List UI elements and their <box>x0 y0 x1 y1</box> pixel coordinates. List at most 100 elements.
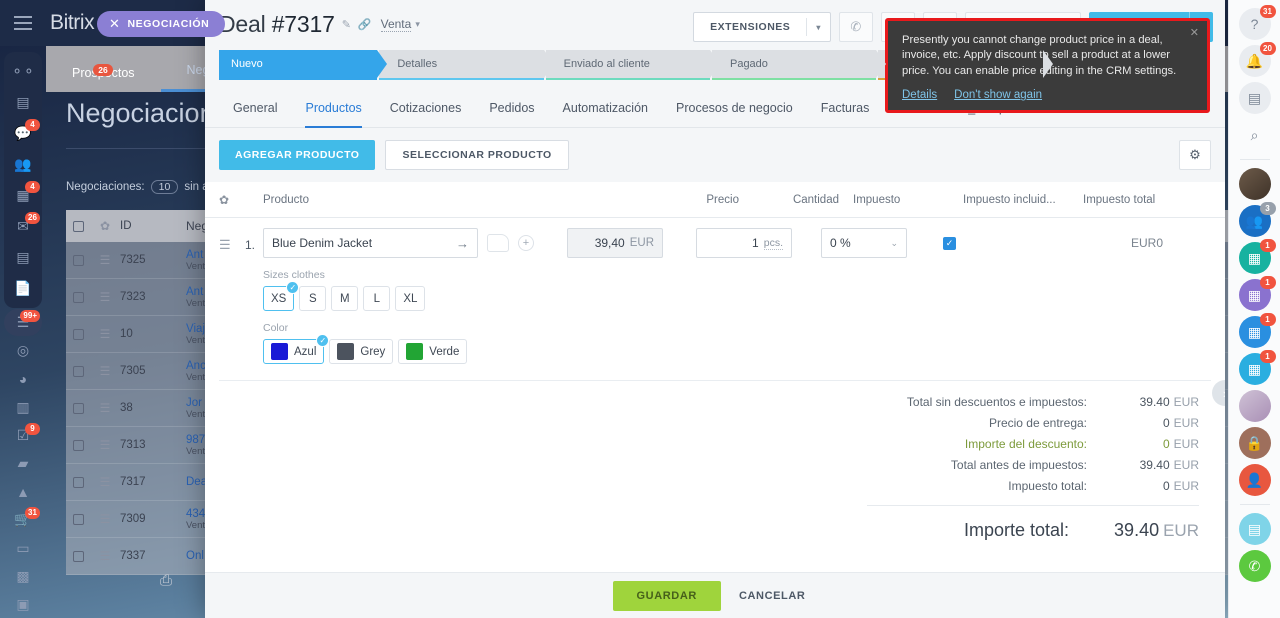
variant-option-azul[interactable]: Azul ✓ <box>263 334 330 364</box>
stage-enviado-al-cliente[interactable]: Enviado al cliente <box>545 50 721 80</box>
tab-prospectos[interactable]: 26 Prospectos <box>46 64 161 92</box>
plus-icon[interactable]: + <box>518 235 534 251</box>
calendar-icon[interactable]: ▦ 1 <box>1238 239 1276 274</box>
pencil-icon[interactable]: ✎ <box>342 18 351 31</box>
sidebar-item-tasks[interactable]: ☑ 9 <box>4 422 42 449</box>
lock-icon[interactable]: 🔒 <box>1238 427 1271 459</box>
row-checkbox[interactable] <box>66 328 90 340</box>
sidebar-item-market[interactable]: ▲ <box>4 478 42 505</box>
tooltip-dismiss-link[interactable]: Don't show again <box>954 88 1042 104</box>
stage-detalles[interactable]: Detalles <box>379 50 555 80</box>
drag-handle-icon[interactable]: ☰ <box>90 513 120 525</box>
tax-included-checkbox[interactable]: ✓ <box>943 236 956 250</box>
select-product-button[interactable]: SELECCIONAR PRODUCTO <box>385 140 569 170</box>
tab-procesos-de-negocio[interactable]: Procesos de negocio <box>662 88 807 128</box>
sidebar-item-crm[interactable]: ☰ 99+ <box>4 309 42 337</box>
sidebar-item-cart[interactable]: 🛒 31 <box>4 506 42 533</box>
tab-general[interactable]: General <box>219 88 291 128</box>
row-checkbox[interactable] <box>66 439 90 451</box>
sidebar-item-folder[interactable]: ▭ <box>4 535 42 562</box>
chevron-down-icon[interactable]: ▾ <box>415 19 420 30</box>
save-button[interactable]: GUARDAR <box>612 580 721 611</box>
sidebar-item-feed[interactable]: ▤ <box>4 87 42 118</box>
search-icon[interactable]: ⌕ <box>1239 119 1271 151</box>
row-checkbox[interactable] <box>66 513 90 525</box>
chat-bubble-icon[interactable]: ▤ <box>1238 82 1271 114</box>
drag-handle-icon[interactable]: ☰ <box>90 550 120 562</box>
variant-option-xl[interactable]: XL <box>395 286 426 311</box>
help-icon[interactable]: ? 31 <box>1238 5 1276 40</box>
calendar-icon[interactable]: ▦ 1 <box>1238 350 1276 385</box>
variant-option-s[interactable]: S <box>299 286 327 311</box>
row-checkbox[interactable] <box>66 550 90 562</box>
quantity-input[interactable]: 1 pcs. <box>696 228 792 258</box>
close-icon[interactable]: ✕ <box>109 16 121 32</box>
group-chat-icon[interactable]: 👥 3 <box>1238 202 1276 237</box>
link-icon[interactable]: 🔗 <box>358 18 372 31</box>
select-all-checkbox[interactable] <box>66 220 90 232</box>
calendar-icon[interactable]: ▦ 1 <box>1238 276 1276 311</box>
variant-option-verde[interactable]: Verde <box>398 339 468 364</box>
tooltip-details-link[interactable]: Details <box>902 88 937 104</box>
sidebar-item-calendar[interactable]: ▦ 4 <box>4 180 42 211</box>
negociacion-chip[interactable]: ✕ NEGOCIACIÓN <box>97 11 226 37</box>
row-checkbox[interactable] <box>66 476 90 488</box>
stage-nuevo[interactable]: Nuevo <box>219 50 388 80</box>
drag-handle-icon[interactable]: ☰ <box>90 291 120 303</box>
sidebar-item-target[interactable]: ◎ <box>4 337 42 364</box>
arrow-right-icon[interactable]: → <box>456 236 469 251</box>
cancel-button[interactable]: CANCELAR <box>727 581 818 611</box>
sidebar-item-group[interactable]: 👥 <box>4 149 42 180</box>
variant-option-grey[interactable]: Grey <box>329 339 394 364</box>
call-button[interactable]: ✆ <box>838 12 873 42</box>
user-icon[interactable]: 👤 <box>1238 464 1271 496</box>
price-field[interactable]: 39,40 EUR <box>567 228 663 258</box>
avatar[interactable] <box>1238 390 1271 422</box>
drag-handle-icon[interactable]: ☰ <box>219 228 245 251</box>
sidebar-item-clock[interactable]: ◕ <box>4 365 42 392</box>
sidebar-item-video[interactable]: ▣ <box>4 591 42 618</box>
deal-category[interactable]: Venta <box>380 17 412 32</box>
drag-handle-icon[interactable]: ☰ <box>90 476 120 488</box>
sidebar-item-automation[interactable]: ▰ <box>4 450 42 477</box>
sidebar-item-chat[interactable]: 💬 4 <box>4 118 42 149</box>
sidebar-item-analytics[interactable]: ▥ <box>4 394 42 421</box>
gear-icon[interactable]: ✿ <box>90 220 120 232</box>
row-checkbox[interactable] <box>66 254 90 266</box>
close-icon[interactable]: ✕ <box>1190 26 1199 41</box>
chevron-down-icon[interactable]: ▾ <box>807 23 830 32</box>
tab-automatizaci-n[interactable]: Automatización <box>549 88 662 128</box>
phone-icon[interactable]: ✆ <box>1238 550 1271 582</box>
sidebar-item-drive[interactable]: ▤ <box>4 242 42 273</box>
column-gear-icon[interactable]: ✿ <box>219 193 263 207</box>
row-checkbox[interactable] <box>66 291 90 303</box>
cloud-icon[interactable]: ▤ <box>1238 513 1271 545</box>
tab-pedidos[interactable]: Pedidos <box>475 88 548 128</box>
bell-icon[interactable]: 🔔 20 <box>1238 42 1276 77</box>
drag-handle-icon[interactable]: ☰ <box>90 402 120 414</box>
extensions-button[interactable]: EXTENSIONES ▾ <box>693 12 831 42</box>
sidebar-item-docs[interactable]: 📄 <box>4 273 42 304</box>
avatar[interactable] <box>1238 168 1271 200</box>
tab-productos[interactable]: Productos <box>291 88 375 128</box>
stage-pagado[interactable]: Pagado <box>711 50 887 80</box>
sidebar-item-mail[interactable]: ✉ 26 <box>4 211 42 242</box>
menu-burger-icon[interactable] <box>0 0 46 46</box>
drag-handle-icon[interactable]: ☰ <box>90 365 120 377</box>
drag-handle-icon[interactable]: ☰ <box>90 439 120 451</box>
product-name-input[interactable]: Blue Denim Jacket → <box>263 228 478 258</box>
tab-cotizaciones[interactable]: Cotizaciones <box>376 88 476 128</box>
variant-option-l[interactable]: L <box>363 286 391 311</box>
row-checkbox[interactable] <box>66 402 90 414</box>
products-settings-button[interactable]: ⚙ <box>1179 140 1211 170</box>
variant-option-xs[interactable]: XS ✓ <box>263 281 300 311</box>
sidebar-item-apps[interactable]: ▩ <box>4 563 42 590</box>
variant-option-m[interactable]: M <box>331 286 359 311</box>
image-icon[interactable] <box>487 234 509 252</box>
row-checkbox[interactable] <box>66 365 90 377</box>
add-product-button[interactable]: AGREGAR PRODUCTO <box>219 140 376 170</box>
calendar-icon[interactable]: ▦ 1 <box>1238 313 1276 348</box>
tab-facturas[interactable]: Facturas <box>807 88 884 128</box>
tax-select[interactable]: 0 % ⌄ <box>821 228 907 258</box>
drag-handle-icon[interactable]: ☰ <box>90 254 120 266</box>
